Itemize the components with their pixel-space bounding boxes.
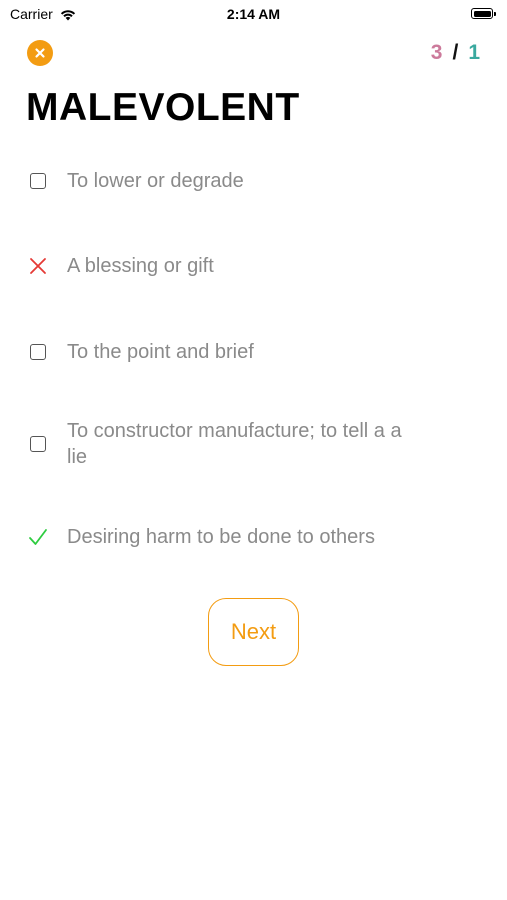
score-separator: / bbox=[452, 41, 459, 64]
wrong-x-icon bbox=[27, 255, 49, 277]
battery-icon bbox=[471, 8, 497, 20]
checkbox-icon bbox=[27, 433, 49, 455]
checkmark-icon bbox=[27, 526, 49, 548]
checkbox-icon bbox=[27, 341, 49, 363]
option-4[interactable]: To constructor manufacture; to tell a a … bbox=[27, 418, 447, 470]
option-label: To constructor manufacture; to tell a a … bbox=[67, 420, 402, 468]
option-label: A blessing or gift bbox=[67, 255, 214, 277]
next-button[interactable]: Next bbox=[208, 598, 299, 666]
checkbox-icon bbox=[27, 170, 49, 192]
option-label: To the point and brief bbox=[67, 341, 254, 363]
option-1[interactable]: To lower or degrade bbox=[27, 168, 447, 194]
close-icon bbox=[35, 48, 45, 58]
right-count: 1 bbox=[468, 41, 480, 64]
score-counter: 3 / 1 bbox=[431, 41, 480, 65]
status-time: 2:14 AM bbox=[226, 6, 281, 22]
wrong-count: 3 bbox=[430, 41, 443, 64]
option-5[interactable]: Desiring harm to be done to others bbox=[27, 524, 447, 550]
option-2[interactable]: A blessing or gift bbox=[27, 253, 447, 279]
quiz-word: MALEVOLENT bbox=[26, 86, 300, 129]
status-bar: Carrier 2:14 AM bbox=[0, 0, 507, 28]
option-3[interactable]: To the point and brief bbox=[27, 339, 447, 365]
option-label: Desiring harm to be done to others bbox=[67, 526, 375, 548]
option-label: To lower or degrade bbox=[67, 170, 244, 192]
close-button[interactable] bbox=[27, 40, 53, 66]
